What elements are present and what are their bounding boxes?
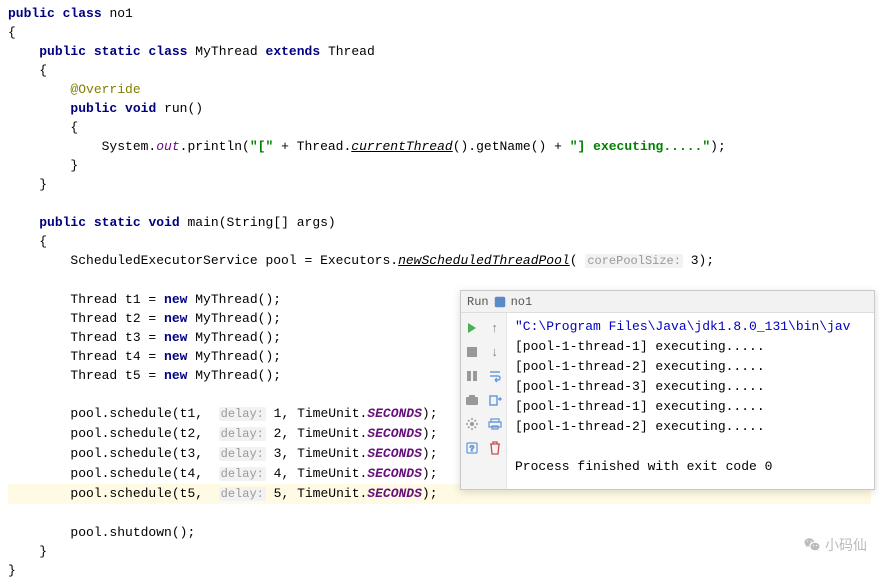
run-label: Run [467, 295, 489, 309]
run-toolbar: ↑ ↓ ? [461, 313, 507, 489]
code-line: { [8, 23, 871, 42]
scroll-up-button[interactable]: ↑ [486, 319, 504, 337]
code-line: public static class MyThread extends Thr… [8, 42, 871, 61]
code-line: public class no1 [8, 4, 871, 23]
export-icon[interactable] [486, 391, 504, 409]
print-button[interactable] [486, 415, 504, 433]
output-line: [pool-1-thread-2] executing..... [515, 357, 866, 377]
code-line: { [8, 118, 871, 137]
code-line [8, 504, 871, 523]
pause-button[interactable] [463, 367, 481, 385]
code-line: } [8, 561, 871, 580]
output-line: Process finished with exit code 0 [515, 457, 866, 477]
console-output[interactable]: "C:\Program Files\Java\jdk1.8.0_131\bin\… [507, 313, 874, 489]
code-line: public void run() [8, 99, 871, 118]
rerun-button[interactable] [463, 319, 481, 337]
watermark-text: 小码仙 [825, 535, 867, 555]
class-icon [493, 295, 507, 309]
code-line: pool.shutdown(); [8, 523, 871, 542]
watermark: 小码仙 [803, 535, 867, 555]
settings-button[interactable] [463, 415, 481, 433]
code-line: { [8, 61, 871, 80]
code-line: System.out.println("[" + Thread.currentT… [8, 137, 871, 156]
wechat-icon [803, 536, 821, 554]
output-line: [pool-1-thread-3] executing..... [515, 377, 866, 397]
code-line [8, 194, 871, 213]
output-line: [pool-1-thread-2] executing..... [515, 417, 866, 437]
soft-wrap-button[interactable] [486, 367, 504, 385]
output-line: [pool-1-thread-1] executing..... [515, 397, 866, 417]
clear-all-button[interactable] [486, 439, 504, 457]
run-tool-window: Run no1 ↑ ↓ ? "C:\Program Files\Java\jdk… [460, 290, 875, 490]
run-config-name: no1 [511, 295, 533, 309]
run-panel-header[interactable]: Run no1 [461, 291, 874, 313]
camera-button[interactable] [463, 391, 481, 409]
scroll-down-button[interactable]: ↓ [486, 343, 504, 361]
output-line [515, 437, 866, 457]
code-line: } [8, 156, 871, 175]
code-line: ScheduledExecutorService pool = Executor… [8, 251, 871, 271]
output-line: "C:\Program Files\Java\jdk1.8.0_131\bin\… [515, 317, 866, 337]
code-line: { [8, 232, 871, 251]
code-line: @Override [8, 80, 871, 99]
output-line: [pool-1-thread-1] executing..... [515, 337, 866, 357]
code-line: public static void main(String[] args) [8, 213, 871, 232]
code-line: } [8, 542, 871, 561]
svg-text:?: ? [470, 445, 475, 454]
help-button[interactable]: ? [463, 439, 481, 457]
stop-button[interactable] [463, 343, 481, 361]
code-line: } [8, 175, 871, 194]
code-line [8, 271, 871, 290]
